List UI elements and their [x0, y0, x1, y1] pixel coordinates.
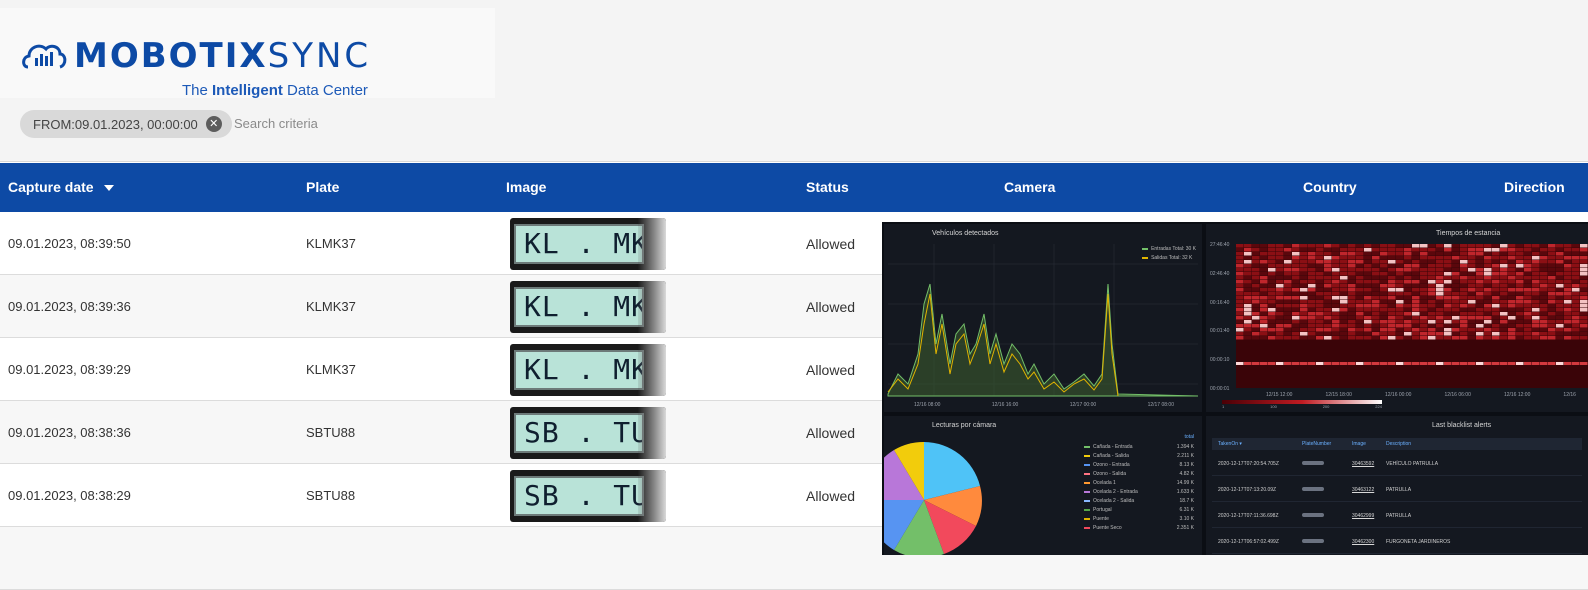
- table-header: Capture date Plate Image Status Camera C…: [0, 163, 1588, 212]
- plate-cell: KLMK37: [306, 236, 356, 251]
- redacted-plate: [1302, 460, 1324, 465]
- brand-name: MOBOTIXSYNC: [74, 36, 372, 76]
- sort-desc-icon[interactable]: [103, 184, 114, 191]
- date-filter-label: FROM:09.01.2023, 00:00:00: [33, 116, 198, 132]
- brand-logo[interactable]: MOBOTIXSYNC: [20, 36, 371, 76]
- column-direction[interactable]: Direction: [1504, 163, 1565, 212]
- readings-pie-chart: [884, 441, 982, 555]
- redacted-plate: [1302, 538, 1324, 543]
- plate-redaction: [638, 217, 666, 270]
- plate-image[interactable]: SB . TU 88: [510, 406, 666, 459]
- status-cell: Allowed: [806, 424, 856, 441]
- plate-redaction: [638, 280, 666, 333]
- plate-image[interactable]: KL . MK 37: [510, 280, 666, 333]
- alerts-header: TakenOn ▾ PlateNumber Image Description: [1212, 438, 1582, 450]
- analytics-dashboard[interactable]: Vehículos detectados Entradas Total: 30 …: [882, 222, 1588, 555]
- stay-scale-labels: 1 100 200 224: [1222, 404, 1382, 409]
- capture-date-cell: 09.01.2023, 08:39:29: [8, 362, 131, 377]
- logo-panel: MOBOTIXSYNC The Intelligent Data Center: [0, 8, 495, 99]
- stay-heatmap: [1236, 244, 1588, 388]
- stay-x-axis: 12/15 12:00 12/15 18:00 12/16 00:00 12/16 0…: [1266, 392, 1576, 398]
- legend-item: Portugal 6.31 K: [1084, 505, 1194, 514]
- plate-image-cell[interactable]: KL . MK 37: [510, 212, 666, 275]
- top-bar: MOBOTIXSYNC The Intelligent Data Center …: [0, 0, 1588, 162]
- close-icon[interactable]: ✕: [205, 116, 222, 132]
- legend-item: Ocelada 2 - Salida 18.7 K: [1084, 496, 1194, 505]
- plate-image-cell[interactable]: KL . MK 37: [510, 338, 666, 401]
- column-camera[interactable]: Camera: [1004, 163, 1055, 212]
- legend-item: Ocelada 1 14.99 K: [1084, 478, 1194, 487]
- plate-image[interactable]: SB . TU 88: [510, 469, 666, 522]
- stay-y-axis: 27:46:40 02:46:40 00:16:40 00:01:40 00:00:10…: [1210, 242, 1230, 392]
- column-plate[interactable]: Plate: [306, 163, 339, 212]
- plate-cell: SBTU88: [306, 488, 356, 503]
- status-cell: Allowed: [806, 487, 856, 504]
- blacklist-alerts-panel[interactable]: Last blacklist alerts TakenOn ▾ PlateNum…: [1206, 416, 1588, 555]
- status-cell: Allowed: [806, 235, 856, 252]
- capture-date-cell: 09.01.2023, 08:39:36: [8, 299, 131, 314]
- plate-cell: KLMK37: [306, 299, 356, 314]
- alert-row[interactable]: 2020-12-17T07:13:20.09Z 30463122 PATRULLA: [1212, 478, 1582, 502]
- analytics-cloud-icon: [22, 44, 67, 69]
- column-capture-date[interactable]: Capture date: [8, 163, 114, 212]
- readings-title: Lecturas por cámara: [932, 422, 997, 429]
- plate-image-cell[interactable]: SB . TU 88: [510, 401, 666, 464]
- date-filter-chip[interactable]: FROM:09.01.2023, 00:00:00 ✕: [20, 110, 232, 138]
- vehicles-x-axis: 12/16 08:00 12/16 16:00 12/17 00:00 12/17 0…: [914, 402, 1174, 408]
- plate-image-cell[interactable]: SB . TU 88: [510, 464, 666, 527]
- plate-redaction: [638, 343, 666, 396]
- capture-date-cell: 09.01.2023, 08:39:50: [8, 236, 131, 251]
- status-cell: Allowed: [806, 361, 856, 378]
- legend-item: Ozono - Entrada 8.13 K: [1084, 460, 1194, 469]
- plate-image[interactable]: KL . MK 37: [510, 343, 666, 396]
- column-status[interactable]: Status: [806, 163, 849, 212]
- status-cell: Allowed: [806, 298, 856, 315]
- plate-image-text: SB . TU 88: [514, 475, 644, 516]
- plate-cell: SBTU88: [306, 425, 356, 440]
- readings-per-camera-panel[interactable]: Lecturas por cámara total Cañada - Entra…: [884, 416, 1202, 555]
- alert-row[interactable]: 2020-12-17T07:11:36.698Z 30462999 PATRULLA: [1212, 504, 1582, 528]
- capture-date-cell: 09.01.2023, 08:38:29: [8, 488, 131, 503]
- legend-item: Puente 3.10 K: [1084, 514, 1194, 523]
- legend-item: Ocelada 2 - Entrada 1.633 K: [1084, 487, 1194, 496]
- plate-redaction: [638, 406, 666, 459]
- legend-item: Puente Seco 2.351 K: [1084, 523, 1194, 532]
- vehicles-line-chart: [887, 244, 1199, 397]
- legend-item: Cañada - Salida 2.211 K: [1084, 451, 1194, 460]
- plate-image-text: KL . MK 37: [514, 286, 644, 327]
- alert-row[interactable]: 2020-12-17T06:57:02.499Z 30462300 FURGONET…: [1212, 530, 1582, 554]
- plate-image-text: KL . MK 37: [514, 223, 644, 264]
- column-image[interactable]: Image: [506, 163, 546, 212]
- alert-row[interactable]: 2020-12-17T07:20:54.705Z 30463592 VEHÍCULO…: [1212, 452, 1582, 476]
- search-input[interactable]: Search criteria: [234, 116, 318, 131]
- alerts-title: Last blacklist alerts: [1432, 422, 1492, 429]
- redacted-plate: [1302, 512, 1324, 517]
- legend-item: Ozono - Salida 4.82 K: [1084, 469, 1194, 478]
- plate-image[interactable]: KL . MK 37: [510, 217, 666, 270]
- legend-item: Cañada - Entrada 1.394 K: [1084, 442, 1194, 451]
- stay-times-title: Tiempos de estancia: [1436, 230, 1501, 237]
- column-country[interactable]: Country: [1303, 163, 1357, 212]
- plate-cell: KLMK37: [306, 362, 356, 377]
- plate-image-text: KL . MK 37: [514, 349, 644, 390]
- plate-image-cell[interactable]: KL . MK 37: [510, 275, 666, 338]
- stay-times-panel[interactable]: Tiempos de estancia 27:46:40 02:46:40 00:1…: [1206, 224, 1588, 412]
- readings-legend: total Cañada - Entrada 1.394 K Cañada - Sa…: [1084, 434, 1194, 532]
- redacted-plate: [1302, 486, 1324, 491]
- capture-date-cell: 09.01.2023, 08:38:36: [8, 425, 131, 440]
- plate-image-text: SB . TU 88: [514, 412, 644, 453]
- brand-tagline: The Intelligent Data Center: [182, 82, 368, 99]
- vehicles-detected-panel[interactable]: Vehículos detectados Entradas Total: 30 …: [884, 224, 1202, 412]
- plate-redaction: [638, 469, 666, 522]
